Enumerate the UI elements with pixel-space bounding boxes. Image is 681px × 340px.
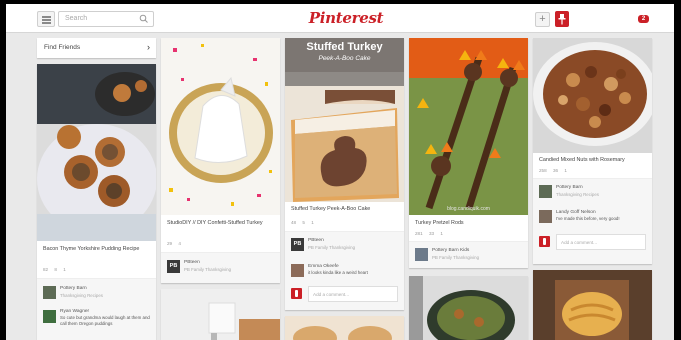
- pin-stats: 29 4: [167, 241, 186, 246]
- pin-image[interactable]: [533, 270, 652, 340]
- pin-image-confetti-turkey[interactable]: [161, 38, 280, 215]
- pinner-board[interactable]: Thanksgiving Recipes: [556, 192, 599, 198]
- pin-description[interactable]: StudioDIY // DIY Confetti-Stuffed Turkey: [167, 220, 267, 227]
- pin-card[interactable]: StudioDIY // DIY Confetti-Stuffed Turkey…: [161, 38, 280, 283]
- pinner-avatar[interactable]: [43, 286, 56, 299]
- pin-overlay-title: Stuffed Turkey: [306, 41, 383, 53]
- pin-description[interactable]: Stuffed Turkey Peek-A-Boo Cake: [291, 206, 399, 213]
- pinner-name[interactable]: Pottery Barn Kids: [432, 248, 469, 254]
- notification-badge[interactable]: 2: [638, 15, 649, 23]
- pin-image-stuffed-turkey-cake[interactable]: Stuffed Turkey Peek-A-Boo Cake: [285, 38, 404, 202]
- pinner-avatar[interactable]: [539, 185, 552, 198]
- pin-stats: 281 33 1: [415, 231, 448, 236]
- add-pin-button[interactable]: +: [535, 12, 550, 27]
- commenter-avatar[interactable]: [539, 210, 552, 223]
- search-input[interactable]: Search: [58, 11, 154, 27]
- find-friends-button[interactable]: Find Friends ›: [37, 38, 156, 58]
- commenter-avatar[interactable]: [291, 264, 304, 277]
- pin-card[interactable]: Bacon Thyme Yorkshire Pudding Recipe 82 …: [37, 64, 156, 340]
- pin-image-yorkshire-pudding[interactable]: [37, 64, 156, 241]
- pin-stats: 48 5 1: [291, 220, 319, 225]
- repin-count: 281: [415, 231, 423, 236]
- menu-icon[interactable]: [37, 11, 55, 27]
- pinner-avatar[interactable]: [415, 248, 428, 261]
- comment-text: it looks kinda like a weird heart: [308, 270, 368, 275]
- pin-description[interactable]: Candied Mixed Nuts with Rosemary: [539, 157, 649, 164]
- like-count: 4: [178, 241, 181, 246]
- repin-count: 29: [167, 241, 173, 246]
- pinner-name[interactable]: Pottery Barn: [60, 286, 87, 292]
- like-count: 8: [54, 267, 57, 272]
- pinner-board[interactable]: PB Family Thanksgiving: [432, 255, 479, 261]
- commenter-avatar[interactable]: [43, 310, 56, 323]
- add-comment-input[interactable]: Add a comment...: [308, 286, 398, 302]
- pinner-name[interactable]: Pottery Barn: [556, 185, 583, 191]
- top-bar: Search Pinterest + 2: [6, 4, 674, 33]
- comment-text: I've made this before, very good!: [556, 216, 620, 221]
- pin-description[interactable]: Turkey Pretzel Rods: [415, 220, 523, 227]
- pin-card[interactable]: Candied Mixed Nuts with Rosemary 258 36 …: [533, 38, 652, 264]
- pin-card[interactable]: Stuffed Turkey Peek-A-Boo Cake Stuffed T…: [285, 38, 404, 310]
- pin-stats: 82 8 1: [43, 267, 71, 272]
- user-pin-icon: [539, 236, 550, 247]
- repin-count: 82: [43, 267, 49, 272]
- comment-count: 1: [564, 168, 567, 173]
- like-count: 5: [302, 220, 305, 225]
- comment-count: 1: [311, 220, 314, 225]
- pin-icon: [558, 14, 566, 25]
- search-placeholder: Search: [65, 15, 88, 22]
- pin-image[interactable]: [285, 316, 404, 340]
- pbteen-avatar[interactable]: PB: [291, 238, 304, 251]
- comment-count: 1: [440, 231, 443, 236]
- pin-it-button[interactable]: [555, 11, 569, 27]
- chevron-right-icon: ›: [147, 42, 150, 52]
- pin-description[interactable]: Bacon Thyme Yorkshire Pudding Recipe: [43, 246, 151, 253]
- app-window: Search Pinterest + 2 Find Friends › Baco…: [6, 4, 674, 340]
- search-icon[interactable]: [139, 14, 149, 24]
- find-friends-label: Find Friends: [44, 44, 81, 51]
- add-comment-input[interactable]: Add a comment...: [556, 234, 646, 250]
- pin-overlay-subtitle: Peek-A-Boo Cake: [318, 55, 371, 62]
- pin-stats: 258 36 1: [539, 168, 572, 173]
- pin-card[interactable]: [409, 276, 528, 340]
- pbteen-avatar[interactable]: PB: [167, 260, 180, 273]
- user-pin-icon: [291, 288, 302, 299]
- pin-image[interactable]: [409, 276, 528, 340]
- pin-image-candied-nuts[interactable]: [533, 38, 652, 153]
- pin-card[interactable]: [161, 289, 280, 340]
- repin-count: 48: [291, 220, 297, 225]
- pin-image-turkey-pretzel-rods[interactable]: blog.candiquik.com: [409, 38, 528, 215]
- pinner-board[interactable]: PB Family Thanksgiving: [308, 245, 355, 251]
- like-count: 33: [428, 231, 435, 236]
- pinner-board[interactable]: PB Family Thanksgiving: [184, 267, 231, 273]
- pinner-name[interactable]: PBteen: [308, 238, 324, 244]
- like-count: 36: [552, 168, 559, 173]
- pinterest-logo[interactable]: Pinterest: [306, 9, 386, 27]
- pin-watermark: blog.candiquik.com: [447, 206, 490, 212]
- comment-count: 1: [63, 267, 66, 272]
- pin-card[interactable]: [533, 270, 652, 340]
- pin-card[interactable]: blog.candiquik.com Turkey Pretzel Rods 2…: [409, 38, 528, 268]
- pin-card[interactable]: [285, 316, 404, 340]
- pin-image[interactable]: [161, 289, 280, 340]
- pinner-board[interactable]: Thanksgiving Recipes: [60, 293, 103, 299]
- repin-count: 258: [539, 168, 547, 173]
- comment-text: So cute but grandma would laugh at them …: [60, 315, 150, 326]
- pinner-name[interactable]: PBteen: [184, 260, 200, 266]
